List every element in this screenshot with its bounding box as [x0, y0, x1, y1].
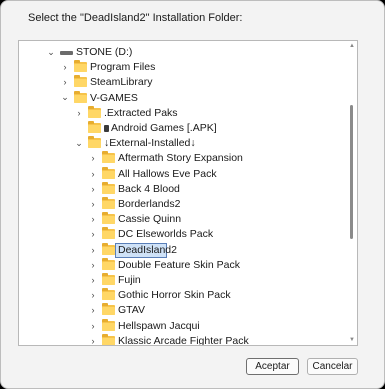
- tree-item-label: Back 4 Blood: [118, 182, 180, 195]
- tree-item-label: STONE (D:): [76, 46, 133, 58]
- folder-icon: [102, 288, 115, 301]
- tree-item-label: Program Files: [90, 61, 156, 74]
- folder-icon: [102, 273, 115, 285]
- chevron-right-icon[interactable]: ›: [87, 320, 99, 332]
- tree-item-label: Hellspawn Jacqui: [118, 319, 200, 332]
- folder-icon: [88, 121, 101, 133]
- folder-icon: [102, 197, 115, 209]
- apk-icon: [104, 125, 109, 132]
- chevron-right-icon[interactable]: ›: [87, 198, 99, 210]
- tree-item-label: Borderlands2: [118, 198, 181, 210]
- tree-item-label: ↓External-Installed↓: [104, 137, 196, 150]
- chevron-down-icon[interactable]: ⌄: [73, 137, 85, 149]
- folder-icon: [102, 227, 115, 240]
- folder-icon: [102, 166, 115, 179]
- tree-item-label: SteamLibrary: [90, 76, 153, 89]
- tree-item-label: Double Feature Skin Pack: [118, 258, 240, 271]
- cancel-button[interactable]: Cancelar: [307, 358, 358, 375]
- folder-icon: [102, 303, 115, 316]
- folder-icon: [102, 318, 115, 331]
- folder-tree[interactable]: ⌄ STONE (D:) › Program Files › SteamLibr…: [18, 40, 358, 346]
- chevron-down-icon[interactable]: ⌄: [45, 46, 57, 58]
- tree-item-label: V-GAMES: [90, 91, 138, 104]
- folder-icon: [74, 90, 87, 103]
- tree-item-klassic-arcade[interactable]: › Klassic Arcade Fighter Pack: [19, 333, 357, 346]
- tree-item-label: GTAV: [118, 304, 146, 317]
- tree-item-label: Cassie Quinn: [118, 213, 182, 226]
- chevron-right-icon[interactable]: ›: [87, 213, 99, 225]
- tree-item-label: Klassic Arcade Fighter Pack: [118, 334, 249, 346]
- chevron-right-icon[interactable]: ›: [87, 289, 99, 301]
- chevron-right-icon[interactable]: ›: [87, 304, 99, 316]
- tree-item-label: All Hallows Eve Pack: [118, 167, 217, 180]
- tree-item-label: Aftermath Story Expansion: [118, 152, 243, 165]
- chevron-right-icon[interactable]: ›: [87, 335, 99, 345]
- chevron-right-icon[interactable]: ›: [87, 168, 99, 180]
- drive-icon: [60, 51, 73, 55]
- scroll-up-icon[interactable]: ▲: [349, 43, 355, 49]
- chevron-right-icon[interactable]: ›: [73, 107, 85, 119]
- tree-item-label: .Extracted Paks: [104, 106, 178, 119]
- folder-icon: [102, 151, 115, 164]
- folder-browser-dialog: Select the "DeadIsland2" Installation Fo…: [0, 0, 385, 389]
- folder-icon: [88, 105, 101, 118]
- chevron-right-icon[interactable]: ›: [87, 259, 99, 271]
- scrollbar-thumb[interactable]: [350, 105, 353, 239]
- tree-item-label: Fujin: [118, 274, 141, 286]
- scroll-down-icon[interactable]: ▼: [349, 337, 355, 343]
- chevron-right-icon[interactable]: ›: [87, 183, 99, 195]
- chevron-right-icon[interactable]: ›: [59, 76, 71, 88]
- folder-icon: [102, 212, 115, 225]
- chevron-right-icon[interactable]: ›: [59, 61, 71, 73]
- folder-icon: [88, 136, 101, 149]
- folder-icon: [102, 257, 115, 270]
- chevron-down-icon[interactable]: ⌄: [59, 92, 71, 104]
- chevron-right-icon[interactable]: ›: [87, 244, 99, 256]
- tree-item-label: DC Elseworlds Pack: [118, 228, 214, 241]
- folder-icon: [74, 60, 87, 73]
- tree-item-label: Gothic Horror Skin Pack: [118, 289, 231, 302]
- tree-item-label: DeadIsland2: [118, 243, 177, 256]
- folder-icon: [102, 242, 115, 255]
- accept-button[interactable]: Aceptar: [246, 358, 299, 375]
- folder-icon: [102, 333, 115, 345]
- chevron-right-icon[interactable]: ›: [87, 228, 99, 240]
- folder-icon: [74, 75, 87, 88]
- vertical-scrollbar[interactable]: ▲ ▼: [349, 43, 355, 343]
- folder-icon: [102, 181, 115, 194]
- chevron-right-icon[interactable]: ›: [87, 274, 99, 286]
- chevron-right-icon[interactable]: ›: [87, 152, 99, 164]
- tree-item-label: Android Games [.APK]: [111, 122, 217, 134]
- dialog-prompt: Select the "DeadIsland2" Installation Fo…: [28, 12, 243, 24]
